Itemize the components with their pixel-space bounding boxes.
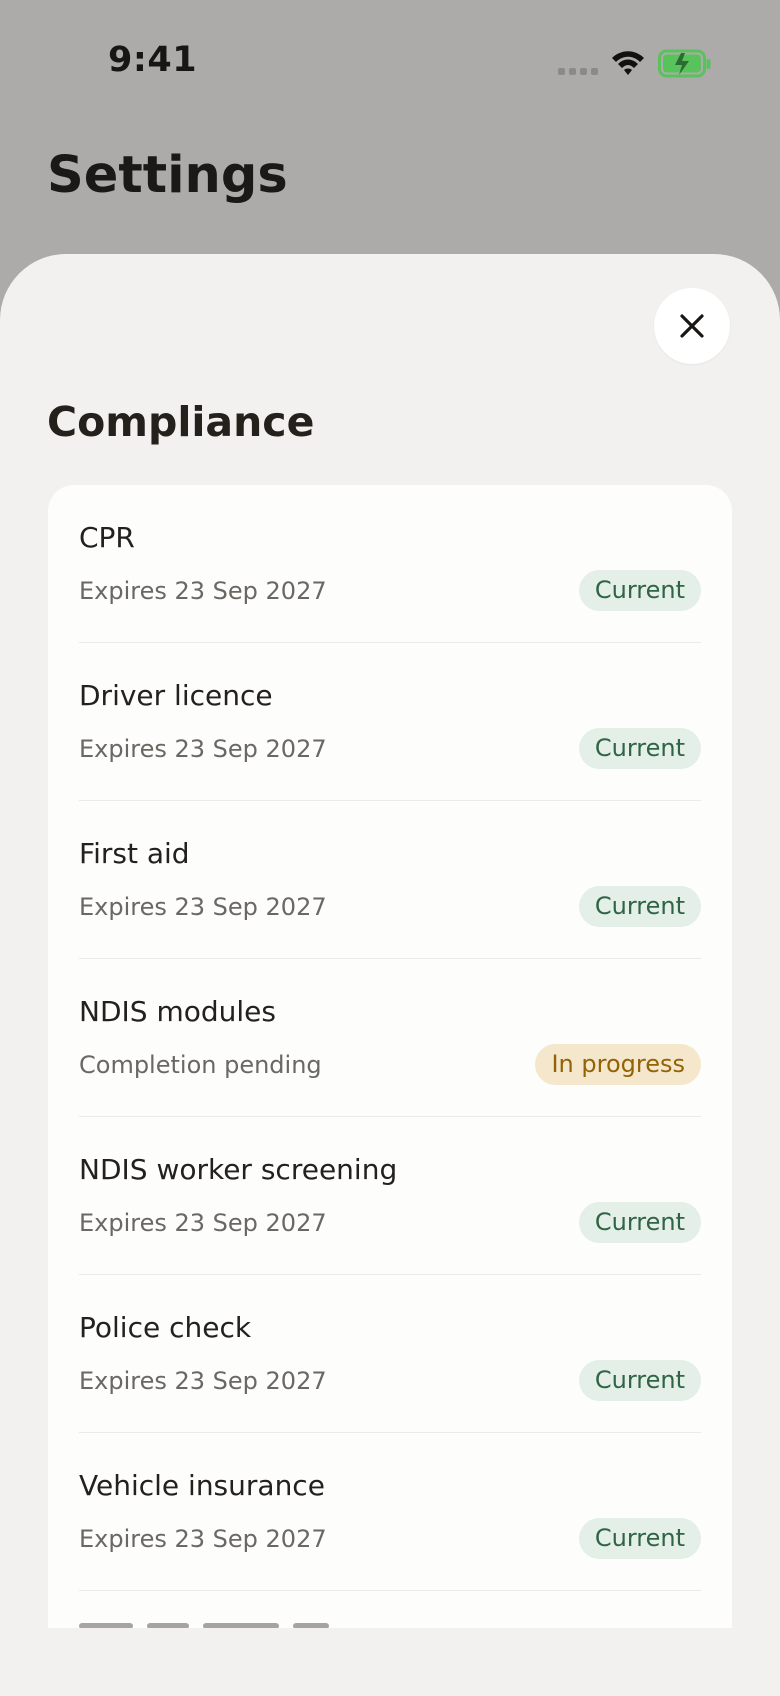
status-badge: In progress	[535, 1044, 701, 1085]
item-title: NDIS modules	[79, 995, 276, 1028]
compliance-item-driver-licence[interactable]: Driver licence Expires 23 Sep 2027 Curre…	[79, 643, 701, 801]
compliance-item-police-check[interactable]: Police check Expires 23 Sep 2027 Current	[79, 1275, 701, 1433]
status-badge: Current	[578, 570, 701, 611]
item-title: NDIS worker screening	[79, 1153, 398, 1186]
item-title: Police check	[79, 1311, 252, 1344]
item-title: Driver licence	[79, 679, 273, 712]
item-expiry: Expires 23 Sep 2027	[79, 1525, 327, 1553]
background-page-title: Settings	[47, 146, 288, 205]
item-expiry: Expires 23 Sep 2027	[79, 577, 327, 605]
status-bar: 9:41	[0, 0, 780, 130]
wifi-icon	[612, 51, 644, 75]
close-button[interactable]	[654, 288, 730, 364]
item-title: CPR	[79, 521, 135, 554]
status-badge: Current	[578, 1360, 701, 1401]
compliance-item-cpr[interactable]: CPR Expires 23 Sep 2027 Current	[79, 485, 701, 643]
compliance-list-card: CPR Expires 23 Sep 2027 Current Driver l…	[48, 485, 732, 1628]
compliance-item-ndis-worker-screening[interactable]: NDIS worker screening Expires 23 Sep 202…	[79, 1117, 701, 1275]
compliance-item-first-aid[interactable]: First aid Expires 23 Sep 2027 Current	[79, 801, 701, 959]
item-title: First aid	[79, 837, 190, 870]
item-status-detail: Completion pending	[79, 1051, 322, 1079]
item-title: Vehicle insurance	[79, 1469, 325, 1502]
item-expiry: Expires 23 Sep 2027	[79, 1209, 327, 1237]
partially-visible-list-item	[79, 1623, 399, 1628]
item-expiry: Expires 23 Sep 2027	[79, 893, 327, 921]
sheet-title: Compliance	[47, 398, 315, 446]
status-badge: Current	[578, 728, 701, 769]
item-expiry: Expires 23 Sep 2027	[79, 1367, 327, 1395]
status-badge: Current	[578, 1518, 701, 1559]
close-icon	[680, 314, 704, 338]
status-badge: Current	[578, 1202, 701, 1243]
signal-dots-icon	[558, 68, 598, 75]
compliance-item-vehicle-insurance[interactable]: Vehicle insurance Expires 23 Sep 2027 Cu…	[79, 1433, 701, 1591]
battery-charging-icon	[658, 49, 711, 78]
status-badge: Current	[578, 886, 701, 927]
item-expiry: Expires 23 Sep 2027	[79, 735, 327, 763]
status-time: 9:41	[108, 40, 198, 80]
compliance-item-ndis-modules[interactable]: NDIS modules Completion pending In progr…	[79, 959, 701, 1117]
